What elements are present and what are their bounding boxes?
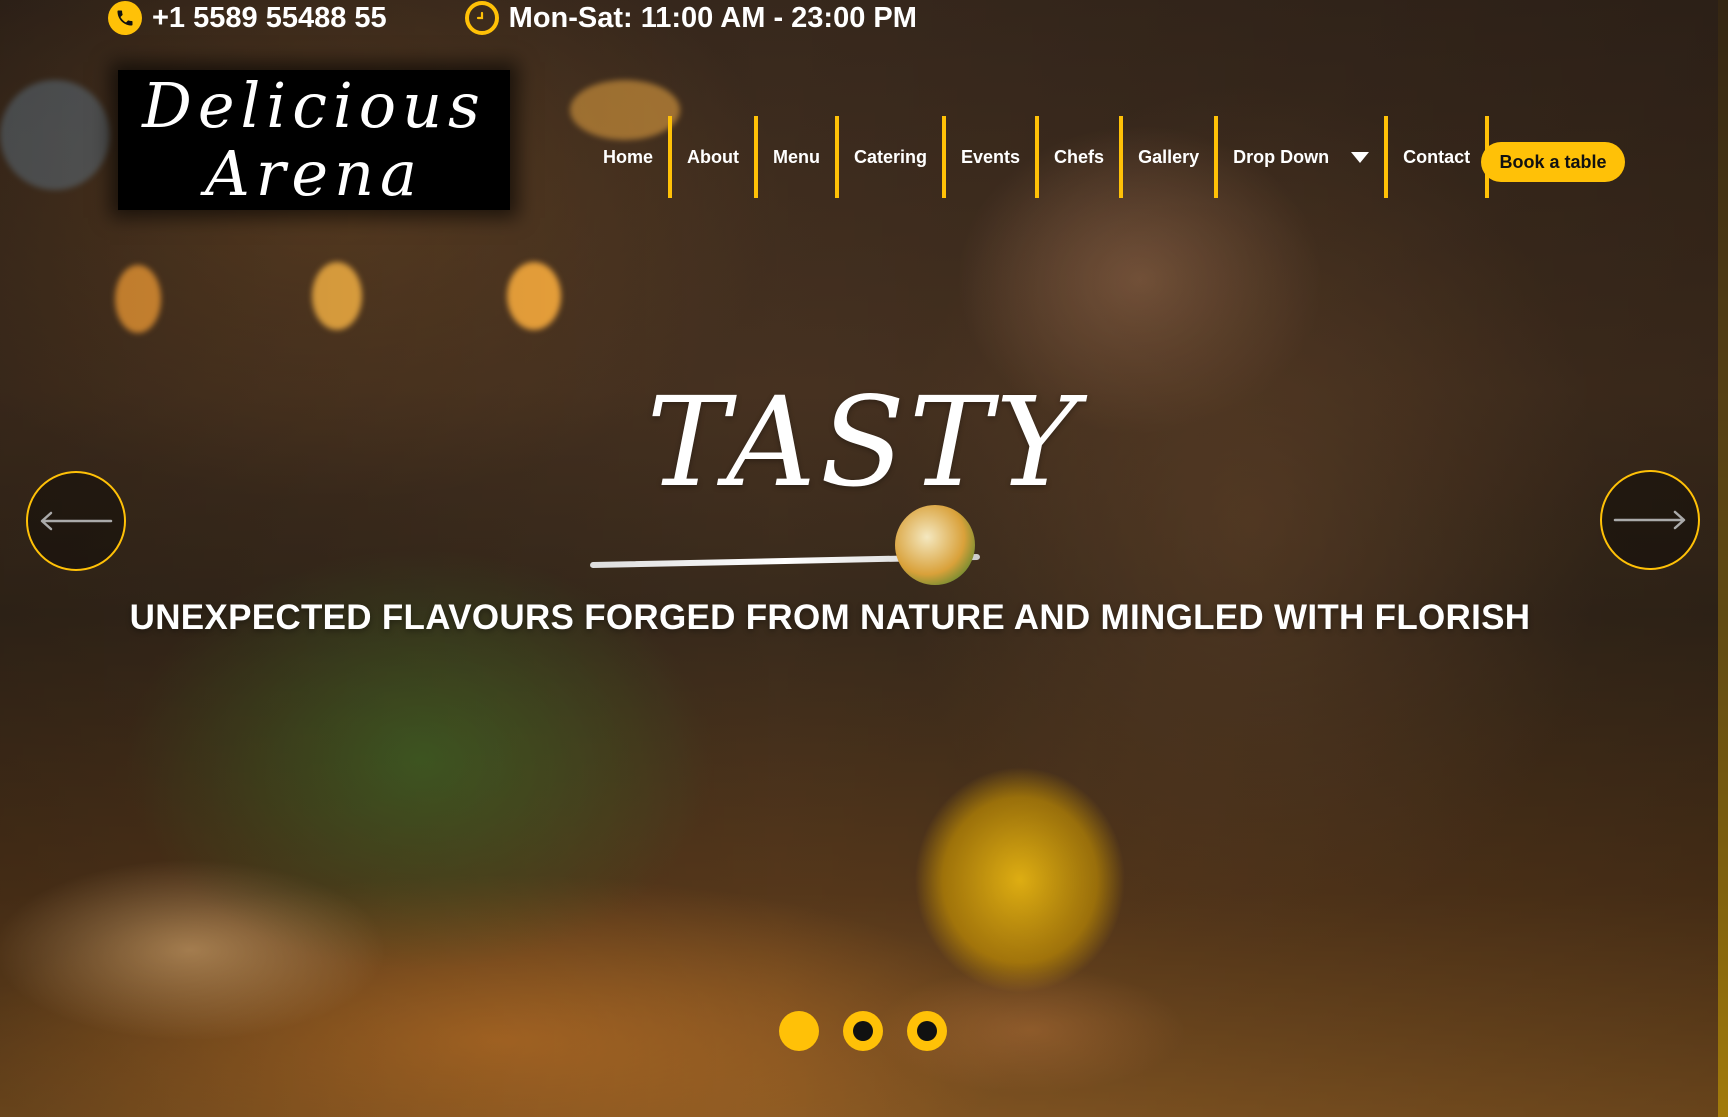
edge-stripe <box>1718 0 1728 1117</box>
nav-item-contact[interactable]: Contact <box>1388 112 1485 202</box>
dot-inner <box>853 1021 873 1041</box>
logo-line-1: Delicious <box>142 69 486 142</box>
book-table-button[interactable]: Book a table <box>1481 142 1625 182</box>
nav-item-chefs[interactable]: Chefs <box>1039 112 1119 202</box>
opening-hours: Mon-Sat: 11:00 AM - 23:00 PM <box>464 1 917 35</box>
dot-inner <box>917 1021 937 1041</box>
arrow-left-icon <box>40 511 113 531</box>
fork-food-decoration <box>895 505 975 585</box>
nav-item-catering[interactable]: Catering <box>839 112 942 202</box>
phone-number: +1 5589 55488 55 <box>152 1 387 34</box>
hours-text: Mon-Sat: 11:00 AM - 23:00 PM <box>508 1 917 34</box>
main-nav: Home About Menu Catering Events Chefs Ga… <box>588 112 1490 202</box>
nav-item-about[interactable]: About <box>672 112 754 202</box>
nav-item-drop-down[interactable]: Drop Down <box>1218 112 1384 202</box>
logo-line-2: Arena <box>205 137 423 210</box>
nav-item-home[interactable]: Home <box>588 112 668 202</box>
phone-contact[interactable]: +1 5589 55488 55 <box>108 1 387 35</box>
nav-item-drop-down-label: Drop Down <box>1233 146 1330 167</box>
carousel-indicators <box>779 1011 947 1051</box>
carousel-next-button[interactable] <box>1600 470 1700 570</box>
nav-item-events[interactable]: Events <box>946 112 1035 202</box>
carousel-prev-button[interactable] <box>26 471 126 571</box>
site-logo[interactable]: Delicious Arena <box>118 70 510 210</box>
carousel-dot-1[interactable] <box>779 1011 819 1051</box>
nav-item-menu[interactable]: Menu <box>758 112 835 202</box>
nav-item-gallery[interactable]: Gallery <box>1123 112 1214 202</box>
hero-title: TASTY <box>646 371 1082 515</box>
carousel-dot-3[interactable] <box>907 1011 947 1051</box>
phone-icon <box>108 1 142 35</box>
caret-down-icon <box>1351 151 1370 163</box>
topbar: +1 5589 55488 55 Mon-Sat: 11:00 AM - 23:… <box>108 0 917 36</box>
arrow-right-icon <box>1613 510 1686 530</box>
carousel-dot-2[interactable] <box>843 1011 883 1051</box>
clock-icon <box>464 1 499 35</box>
hero-subtitle: UNEXPECTED FLAVOURS FORGED FROM NATURE A… <box>129 598 1531 637</box>
